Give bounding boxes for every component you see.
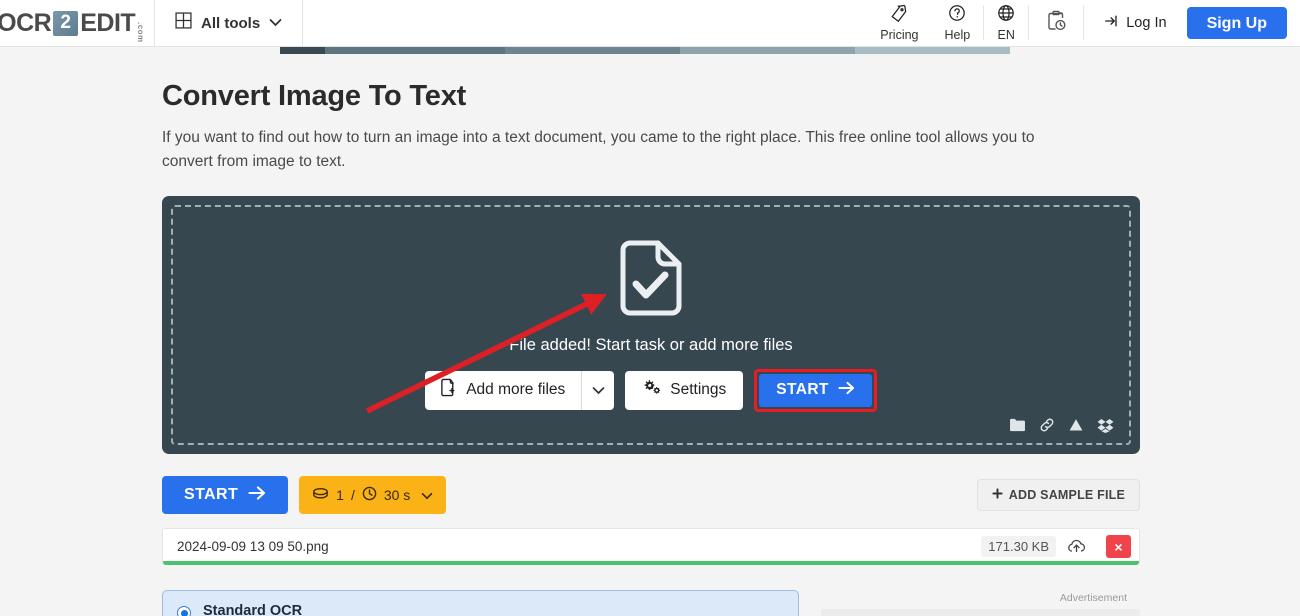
advertisement-column: Advertisement: [820, 590, 1140, 616]
logo-badge-2: 2: [53, 10, 79, 36]
nav-label-language: EN: [997, 28, 1015, 42]
link-icon[interactable]: [1039, 417, 1055, 438]
ocr-option-title: Standard OCR: [203, 603, 303, 616]
add-more-files-button[interactable]: Add more files: [425, 370, 615, 410]
red-arrow-annotation: [365, 293, 607, 414]
plus-icon: [992, 488, 1003, 502]
chevron-down-icon: [592, 386, 605, 394]
clipboard-clock-icon: [1044, 9, 1068, 38]
google-drive-icon[interactable]: [1068, 418, 1084, 438]
action-row: START 1 / 30 s ADD SAMPLE FILE: [162, 476, 1140, 515]
dropzone-status: File added! Start task or add more files: [509, 335, 793, 354]
content-container: Convert Image To Text If you want to fin…: [160, 80, 1140, 616]
file-delete-button[interactable]: ×: [1106, 535, 1131, 559]
chevron-down-icon: [421, 487, 433, 503]
strip-seg-4: [680, 47, 855, 54]
logo-text-ocr: OCR: [0, 8, 52, 37]
login-button[interactable]: Log In: [1084, 0, 1180, 46]
arrow-right-icon: [838, 381, 855, 400]
task-history-button[interactable]: [1029, 0, 1083, 46]
strip-seg-5: [855, 47, 1010, 54]
nav-label-help: Help: [944, 28, 971, 42]
credits-separator: /: [350, 487, 355, 504]
document-check-icon: [618, 239, 684, 322]
clock-icon: [362, 486, 377, 504]
advertisement-box: Microsoft Azure: [820, 609, 1140, 616]
dropzone-source-icons: [1009, 417, 1114, 438]
radio-standard-ocr[interactable]: [177, 606, 191, 616]
logo-tld: .com: [136, 21, 146, 43]
ocr-options-list: Standard OCR Works best for perfectly sc…: [162, 590, 799, 616]
site-logo[interactable]: OCR 2 EDIT .com: [0, 0, 155, 46]
gear-icon: [642, 379, 661, 401]
file-name: 2024-09-09 13 09 50.png: [177, 539, 329, 555]
start-button-highlight: START: [754, 368, 877, 412]
settings-label: Settings: [670, 381, 727, 399]
credit-coin-icon: [312, 487, 329, 503]
logo-text-edit: EDIT: [80, 8, 136, 37]
strip-seg-0: [0, 47, 280, 54]
page-description: If you want to find out how to turn an i…: [162, 129, 1035, 171]
page-title: Convert Image To Text: [162, 80, 467, 112]
header-spacer: [303, 0, 867, 46]
signup-button[interactable]: Sign Up: [1186, 7, 1287, 39]
dropbox-icon[interactable]: [1097, 418, 1114, 438]
grid-icon: [175, 12, 192, 34]
add-more-files-main[interactable]: Add more files: [425, 371, 581, 410]
start-button-label: START: [184, 486, 239, 504]
nav-item-pricing[interactable]: Pricing: [867, 0, 931, 46]
all-tools-menu[interactable]: All tools: [155, 0, 304, 46]
chevron-down-icon: [269, 14, 282, 32]
credits-time: 30 s: [383, 487, 411, 504]
add-more-files-label: Add more files: [466, 381, 566, 399]
credits-badge[interactable]: 1 / 30 s: [299, 476, 447, 515]
ocr-option-standard[interactable]: Standard OCR Works best for perfectly sc…: [162, 590, 799, 616]
advertisement-label: Advertisement: [1059, 592, 1127, 605]
arrow-right-icon: [248, 485, 266, 505]
dropzone-actions: Add more files Settings START: [425, 368, 877, 412]
add-sample-file-label: ADD SAMPLE FILE: [1008, 488, 1125, 503]
dropzone-start-button[interactable]: START: [759, 373, 872, 407]
nav-item-help[interactable]: Help: [932, 0, 984, 46]
file-dropzone[interactable]: File added! Start task or add more files…: [162, 196, 1140, 455]
file-add-icon: [440, 378, 457, 402]
file-size: 171.30 KB: [981, 536, 1056, 558]
tag-icon: [890, 4, 908, 27]
page-body: Convert Image To Text If you want to fin…: [0, 54, 1300, 616]
credits-count: 1: [336, 487, 344, 504]
cloud-upload-icon[interactable]: [1067, 539, 1086, 555]
login-arrow-icon: [1104, 13, 1120, 33]
all-tools-label: All tools: [201, 14, 261, 32]
strip-seg-1: [280, 47, 325, 54]
add-sample-file-button[interactable]: ADD SAMPLE FILE: [976, 479, 1140, 512]
ocr-option-text: Standard OCR Works best for perfectly sc…: [203, 603, 525, 616]
file-row[interactable]: 2024-09-09 13 09 50.png 171.30 KB ×: [162, 528, 1140, 566]
start-button[interactable]: START: [162, 476, 289, 515]
nav-label-pricing: Pricing: [880, 28, 919, 42]
settings-button[interactable]: Settings: [625, 370, 744, 410]
add-more-files-dropdown[interactable]: [581, 370, 614, 410]
question-circle-icon: [948, 4, 966, 27]
bottom-section: Standard OCR Works best for perfectly sc…: [162, 590, 1140, 616]
scrolled-content-strip: [0, 47, 1300, 54]
folder-icon[interactable]: [1009, 418, 1026, 437]
strip-seg-6: [1010, 47, 1300, 54]
strip-seg-2: [325, 47, 505, 54]
top-header: OCR 2 EDIT .com All tools Pricing Help E…: [0, 0, 1300, 47]
strip-seg-3: [505, 47, 680, 54]
start-label: START: [776, 381, 829, 399]
globe-icon: [997, 4, 1015, 27]
nav-item-language[interactable]: EN: [984, 0, 1028, 46]
login-label: Log In: [1126, 15, 1167, 31]
